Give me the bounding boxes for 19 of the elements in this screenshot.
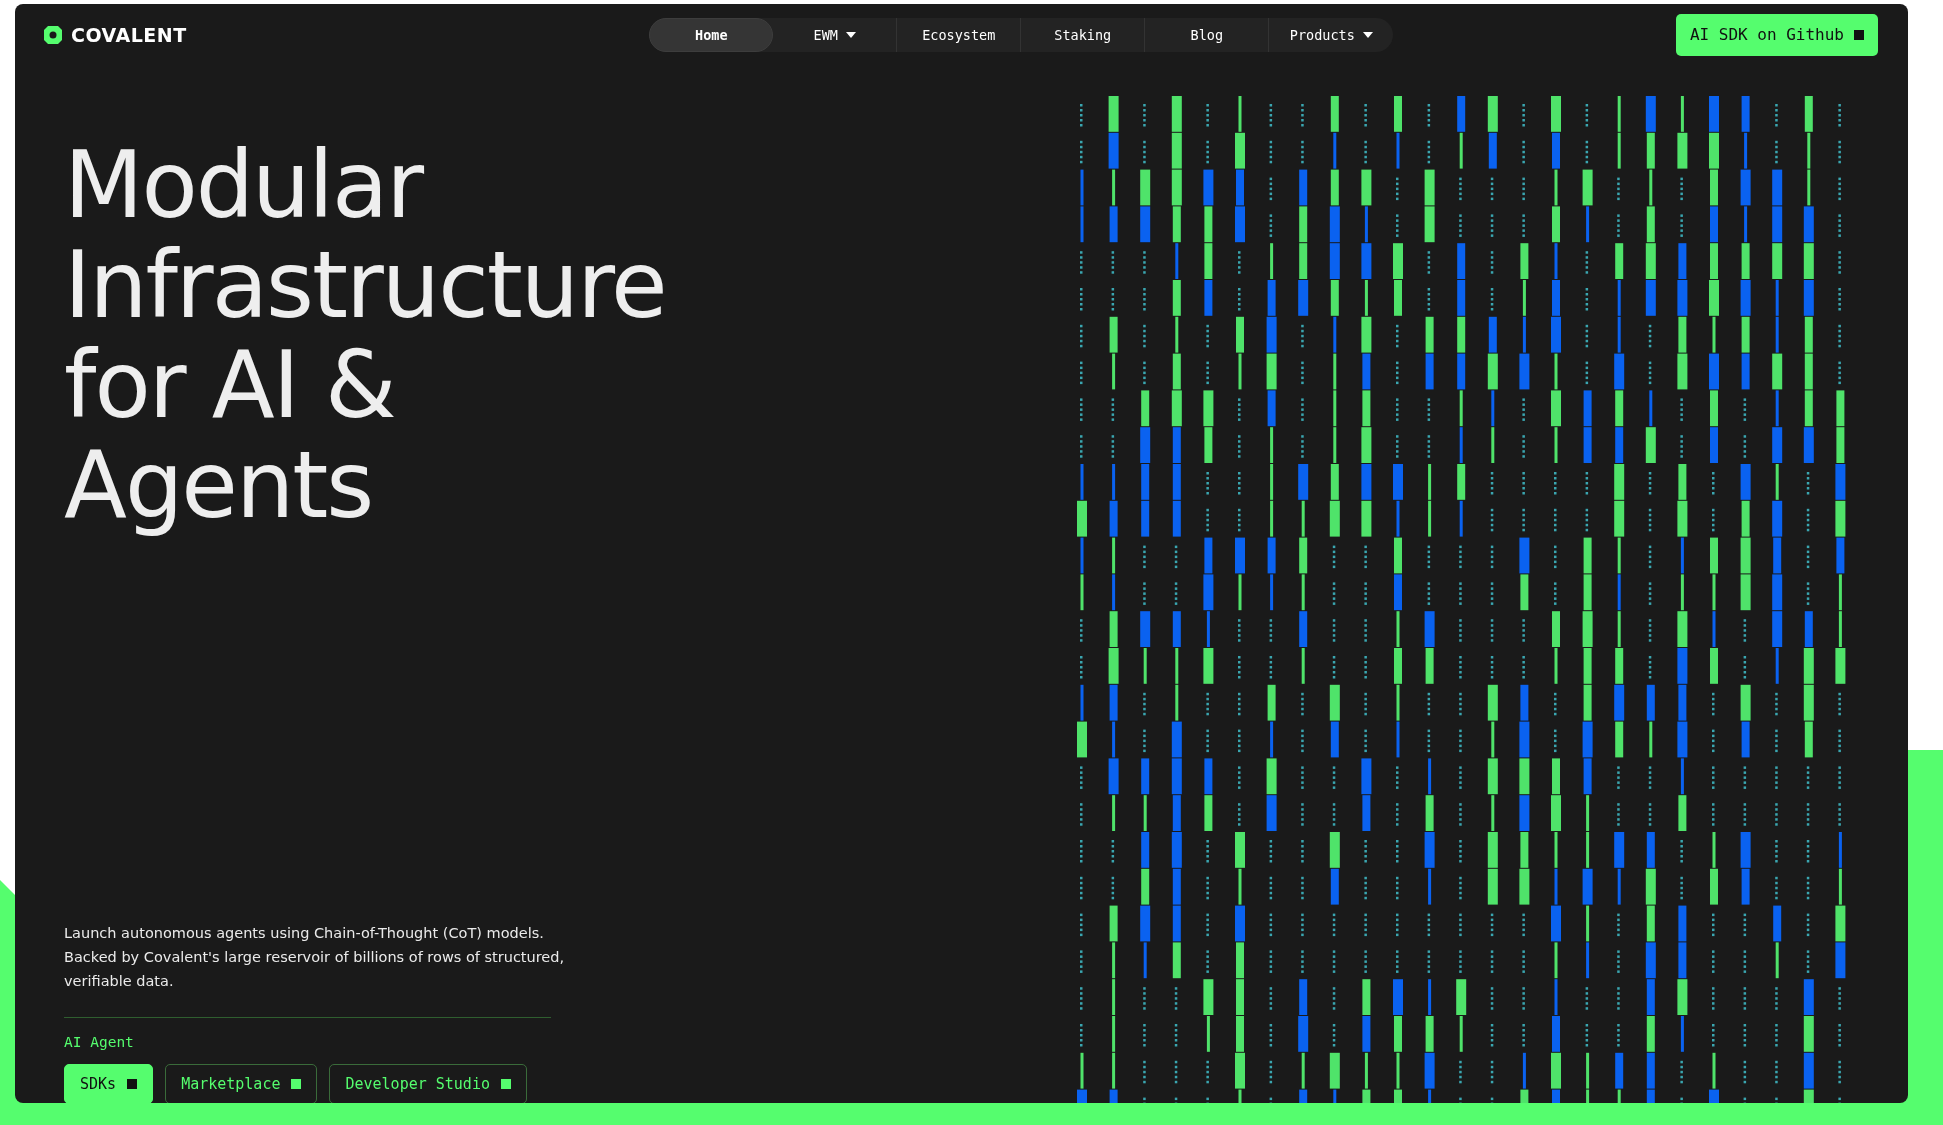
square-icon [500, 1079, 511, 1090]
nav-item[interactable]: Ecosystem [897, 18, 1022, 52]
nav-item[interactable]: Home [649, 18, 774, 52]
description: Launch autonomous agents using Chain-of-Thought (CoT) models. Backed by Covalent's large reservoir of billions of rows of structured, verifiable data. [64, 924, 566, 992]
logo-text: COVALENT [71, 22, 187, 48]
square-icon [127, 1079, 138, 1090]
github-button[interactable]: AI SDK on Github [1675, 14, 1878, 56]
square-icon [1854, 30, 1864, 40]
headline: Modular Infrastructure for AI & Agents [64, 136, 667, 536]
nav-item[interactable]: Staking [1021, 18, 1146, 52]
caret-icon [845, 32, 856, 38]
logo-icon [43, 25, 63, 45]
nav-item[interactable]: EWM [773, 18, 898, 52]
nav-item[interactable]: Products [1269, 18, 1394, 52]
link-button[interactable]: SDKs [64, 1063, 154, 1103]
nav-item[interactable]: Blog [1145, 18, 1270, 52]
section-label: AI Agent [64, 1033, 135, 1053]
square-icon [291, 1079, 302, 1090]
caret-icon [1362, 32, 1373, 38]
